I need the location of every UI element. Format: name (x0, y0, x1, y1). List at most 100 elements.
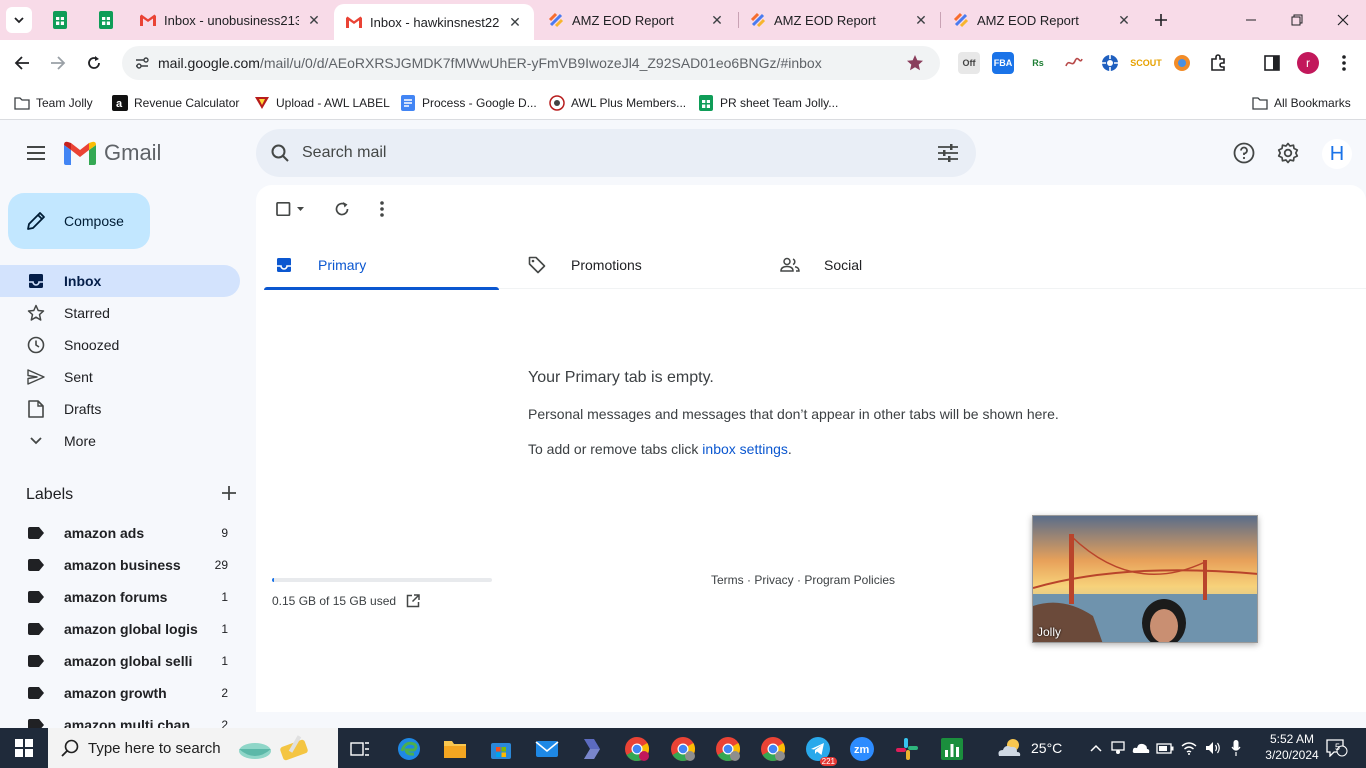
extension-orange-icon[interactable] (1171, 52, 1193, 74)
extensions-puzzle-icon[interactable] (1207, 52, 1229, 74)
gmail-logo[interactable]: Gmail (64, 140, 161, 166)
more-actions-button[interactable] (370, 197, 394, 221)
label-item[interactable]: amazon growth 2 (0, 677, 240, 709)
tab-search-button[interactable] (6, 7, 32, 33)
bookmark-pr-sheet[interactable]: PR sheet Team Jolly... (698, 92, 838, 114)
browser-tab-5[interactable]: AMZ EOD Report ✕ (941, 0, 1143, 40)
minimize-button[interactable] (1228, 0, 1274, 40)
chrome-icon-3[interactable] (713, 734, 743, 764)
bookmark-upload-awl-label[interactable]: Upload - AWL LABEL (254, 92, 390, 114)
bookmark-star-icon[interactable] (904, 52, 926, 74)
new-tab-button[interactable] (1150, 9, 1172, 31)
browser-tab-4[interactable]: AMZ EOD Report ✕ (738, 0, 940, 40)
close-window-button[interactable] (1320, 0, 1366, 40)
tab-promotions[interactable]: Promotions (517, 241, 752, 289)
pinned-tab-sheets[interactable] (50, 10, 70, 30)
nav-drafts[interactable]: Drafts (0, 393, 240, 425)
label-item[interactable]: amazon global logis 1 (0, 613, 240, 645)
video-call-overlay[interactable]: Jolly (1032, 515, 1258, 643)
edge-icon[interactable] (394, 734, 424, 764)
add-label-button[interactable] (222, 485, 236, 505)
weather-widget[interactable]: 25°C (995, 728, 1062, 768)
tab-social[interactable]: Social (770, 241, 1005, 289)
wifi-icon[interactable] (1177, 741, 1201, 755)
footer-links[interactable]: Terms · Privacy · Program Policies (711, 573, 895, 587)
label-item[interactable]: amazon business 29 (0, 549, 240, 581)
inbox-settings-link[interactable]: inbox settings (702, 441, 788, 457)
nav-starred[interactable]: Starred (0, 297, 240, 329)
task-view-icon[interactable] (345, 734, 375, 764)
bookmark-team-jolly[interactable]: Team Jolly (14, 92, 93, 114)
battery-icon[interactable] (1153, 742, 1177, 754)
label-item[interactable]: amazon global selli 1 (0, 645, 240, 677)
pinned-tab-sheets-2[interactable] (96, 10, 116, 30)
zoom-icon[interactable]: zm (847, 734, 877, 764)
bookmark-revenue-calculator[interactable]: a Revenue Calculator (112, 92, 239, 114)
start-button[interactable] (0, 728, 48, 768)
all-bookmarks-button[interactable]: All Bookmarks (1252, 92, 1351, 114)
extension-off-icon[interactable]: Off (958, 52, 980, 74)
onedrive-icon[interactable] (1129, 742, 1153, 754)
telegram-icon[interactable]: 221 (803, 734, 837, 766)
restore-button[interactable] (1274, 0, 1320, 40)
profile-avatar[interactable]: r (1297, 52, 1319, 74)
search-bar[interactable] (256, 129, 976, 177)
close-icon[interactable]: ✕ (506, 13, 524, 31)
back-button[interactable] (10, 51, 34, 75)
mail-app-icon[interactable] (532, 734, 562, 764)
tab-primary[interactable]: Primary (264, 241, 499, 290)
close-icon[interactable]: ✕ (912, 11, 930, 29)
chrome-icon-4[interactable] (758, 734, 788, 764)
close-icon[interactable]: ✕ (1115, 11, 1133, 29)
browser-tab-3[interactable]: AMZ EOD Report ✕ (536, 0, 736, 40)
search-options-icon[interactable] (936, 141, 960, 165)
bookmark-process-google-docs[interactable]: Process - Google D... (400, 92, 537, 114)
taskbar-search[interactable]: Type here to search (48, 728, 338, 768)
microphone-icon[interactable] (1225, 740, 1247, 756)
nav-snoozed[interactable]: Snoozed (0, 329, 240, 361)
power-automate-icon[interactable] (577, 734, 607, 764)
file-explorer-icon[interactable] (440, 734, 470, 764)
side-panel-icon[interactable] (1261, 52, 1283, 74)
account-avatar[interactable]: H (1322, 139, 1352, 169)
extension-fba-icon[interactable]: FBA (992, 52, 1014, 74)
support-button[interactable] (1232, 141, 1256, 165)
select-all-checkbox[interactable] (274, 197, 308, 221)
close-icon[interactable]: ✕ (708, 11, 726, 29)
reload-button[interactable] (82, 51, 106, 75)
label-item[interactable]: amazon forums 1 (0, 581, 240, 613)
extension-scribble-icon[interactable] (1063, 52, 1085, 74)
extension-crosshair-icon[interactable] (1099, 52, 1121, 74)
forward-button[interactable] (46, 51, 70, 75)
browser-tab-1[interactable]: Inbox - unobusiness2130 ✕ (128, 0, 333, 40)
meet-now-icon[interactable] (1107, 741, 1129, 755)
close-icon[interactable]: ✕ (305, 11, 323, 29)
slack-icon[interactable] (892, 734, 922, 764)
compose-button[interactable]: Compose (8, 193, 150, 249)
chrome-icon-2[interactable] (668, 734, 698, 764)
extension-rs-icon[interactable]: Rs (1027, 52, 1049, 74)
search-icon[interactable] (268, 141, 292, 165)
spreadsheet-app-icon[interactable] (937, 734, 967, 764)
main-menu-button[interactable] (24, 141, 48, 165)
nav-sent[interactable]: Sent (0, 361, 240, 393)
site-info-icon[interactable] (132, 53, 152, 73)
nav-inbox[interactable]: Inbox (0, 265, 240, 297)
browser-menu-icon[interactable] (1333, 52, 1355, 74)
notification-center[interactable]: 5 (1322, 728, 1352, 768)
volume-icon[interactable] (1201, 741, 1225, 755)
nav-more[interactable]: More (0, 425, 240, 457)
address-bar[interactable]: mail.google.com/mail/u/0/d/AEoRXRSJGMDK7… (122, 46, 940, 80)
taskbar-clock[interactable]: 5:52 AM 3/20/2024 (1262, 731, 1322, 763)
refresh-button[interactable] (330, 197, 354, 221)
label-item[interactable]: amazon ads 9 (0, 517, 240, 549)
extension-scout-icon[interactable]: SCOUT (1130, 52, 1162, 74)
settings-button[interactable] (1276, 141, 1300, 165)
bookmark-awl-plus-members[interactable]: AWL Plus Members... (549, 92, 686, 114)
search-input[interactable] (302, 144, 936, 162)
store-icon[interactable] (486, 734, 516, 764)
tray-overflow-icon[interactable] (1085, 744, 1107, 752)
open-external-icon[interactable] (405, 593, 421, 609)
browser-tab-2[interactable]: Inbox - hawkinsnest2277 ✕ (334, 4, 534, 40)
chrome-icon-1[interactable] (622, 734, 652, 764)
